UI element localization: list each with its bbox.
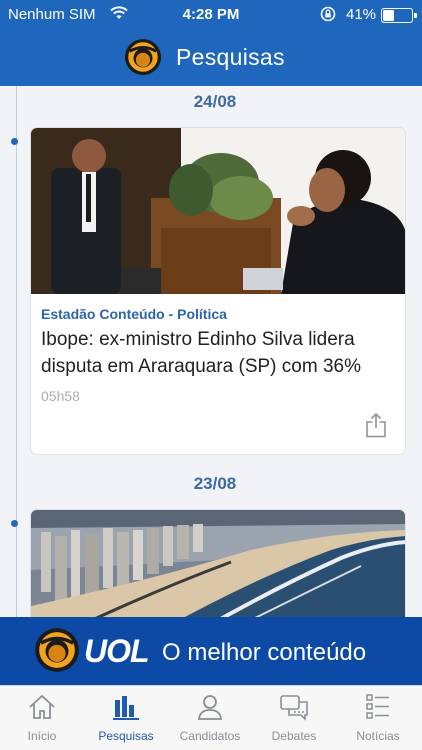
date-label: 24/08 — [193, 92, 237, 111]
battery-nub — [414, 13, 417, 18]
person-icon — [197, 695, 223, 720]
battery-fill — [383, 10, 395, 21]
news-card[interactable]: Estadão Conteúdo - Política Ibope: ex-mi… — [30, 127, 406, 455]
tab-inicio[interactable]: Início — [0, 686, 84, 750]
tab-label: Pesquisas — [98, 729, 154, 743]
page-title: Pesquisas — [176, 44, 285, 70]
timeline-line — [16, 86, 17, 618]
news-list-icon — [366, 694, 389, 719]
tab-noticias[interactable]: Notícias — [336, 686, 420, 750]
chat-icon — [280, 695, 308, 721]
news-headline[interactable]: Ibope: ex-ministro Edinho Silva lidera d… — [41, 326, 397, 380]
tab-pesquisas[interactable]: Pesquisas — [84, 686, 168, 750]
tab-label: Candidatos — [179, 729, 241, 743]
date-label: 23/08 — [193, 474, 237, 493]
news-source[interactable]: Estadão Conteúdo - Política — [41, 306, 227, 322]
news-time: 05h58 — [41, 388, 80, 404]
banner-brand: UOL — [84, 633, 150, 669]
news-photo — [31, 510, 405, 628]
uol-banner[interactable]: UOL O melhor conteúdo — [0, 617, 422, 685]
top-bar: Nenhum SIM 4:28 PM 41% Pesquisas — [0, 0, 422, 86]
share-icon[interactable] — [364, 412, 388, 438]
tab-debates[interactable]: Debates — [252, 686, 336, 750]
bar-chart-icon — [113, 696, 139, 720]
battery-percent: 41% — [346, 6, 377, 23]
uol-logo-icon — [124, 38, 162, 76]
tab-bar: Início Pesquisas Candidatos Debates Notí… — [0, 685, 422, 750]
battery-icon — [381, 8, 417, 23]
timeline-dot — [11, 138, 18, 145]
uol-logo-icon — [35, 628, 79, 672]
news-card[interactable] — [30, 509, 406, 629]
status-bar: Nenhum SIM 4:28 PM 41% — [0, 0, 422, 30]
news-photo — [31, 128, 405, 294]
tab-label: Debates — [271, 729, 317, 743]
home-icon — [29, 694, 55, 719]
rotation-lock-icon — [320, 6, 336, 22]
tab-candidatos[interactable]: Candidatos — [168, 686, 252, 750]
timeline-dot — [11, 520, 18, 527]
tab-label: Início — [27, 729, 57, 743]
tab-label: Notícias — [356, 729, 400, 743]
banner-tagline: O melhor conteúdo — [162, 639, 367, 666]
